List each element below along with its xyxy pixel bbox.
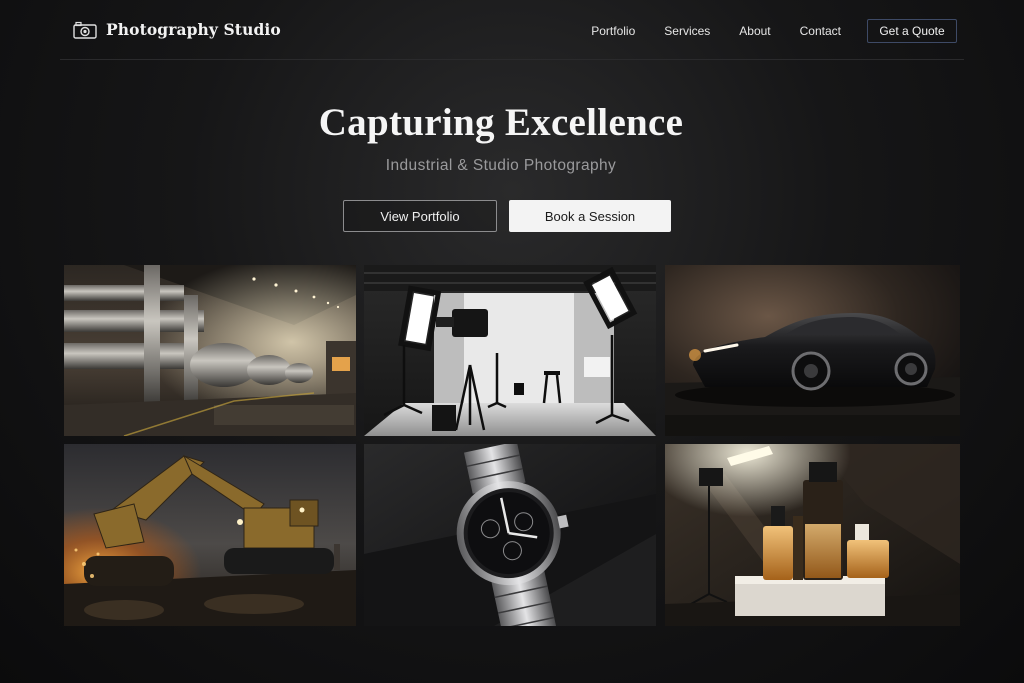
hero-title: Capturing Excellence xyxy=(318,101,684,144)
hero-subtitle: Industrial & Studio Photography xyxy=(385,157,617,174)
gallery-image-photo-studio[interactable] xyxy=(364,265,656,436)
book-session-button[interactable]: Book a Session xyxy=(509,200,671,232)
gallery-image-excavator[interactable] xyxy=(64,444,356,626)
brand-name: Photography Studio xyxy=(106,20,281,39)
view-portfolio-button[interactable]: View Portfolio xyxy=(343,200,497,232)
camera-icon xyxy=(73,21,97,39)
main-nav: Portfolio Services About Contact Get a Q… xyxy=(591,19,957,43)
sports-car-image xyxy=(665,265,960,436)
wristwatch-image xyxy=(364,444,656,626)
perfume-bottles-image xyxy=(665,444,960,626)
nav-link-services[interactable]: Services xyxy=(664,24,710,38)
site-header: Photography Studio Portfolio Services Ab… xyxy=(60,0,964,60)
industrial-plant-image xyxy=(64,265,356,436)
nav-link-portfolio[interactable]: Portfolio xyxy=(591,24,635,38)
gallery-image-wristwatch[interactable] xyxy=(364,444,656,626)
gallery-image-perfume-bottles[interactable] xyxy=(665,444,960,626)
gallery-image-industrial-plant[interactable] xyxy=(64,265,356,436)
gallery-image-sports-car[interactable] xyxy=(665,265,960,436)
photo-studio-image xyxy=(364,265,656,436)
brand-logo[interactable]: Photography Studio xyxy=(73,20,281,39)
get-a-quote-button[interactable]: Get a Quote xyxy=(867,19,957,43)
landing-page: Photography Studio Portfolio Services Ab… xyxy=(0,0,1024,683)
nav-link-about[interactable]: About xyxy=(739,24,770,38)
excavator-image xyxy=(64,444,356,626)
nav-link-contact[interactable]: Contact xyxy=(800,24,841,38)
